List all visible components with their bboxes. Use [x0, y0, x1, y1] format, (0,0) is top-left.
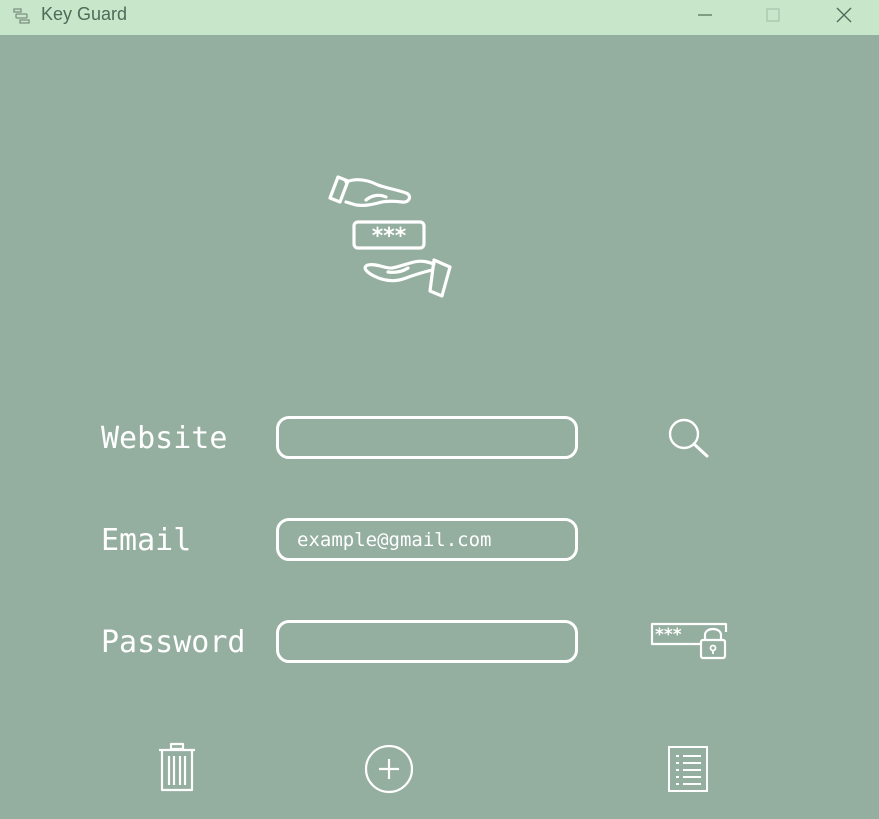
close-icon: [836, 7, 852, 23]
generate-password-text: ***: [655, 625, 682, 645]
hands-password-icon: ***: [328, 175, 452, 298]
minimize-button[interactable]: [682, 0, 728, 30]
add-button[interactable]: [363, 743, 415, 795]
minimize-icon: [698, 14, 712, 16]
trash-icon: [159, 742, 195, 792]
window-title: Key Guard: [41, 4, 128, 24]
password-input[interactable]: [276, 620, 578, 663]
generate-password-button[interactable]: ***: [649, 620, 729, 662]
website-label: Website: [101, 421, 228, 456]
email-input[interactable]: [276, 518, 578, 561]
search-button[interactable]: [665, 416, 711, 460]
list-icon: [668, 746, 708, 792]
maximize-icon: [766, 8, 780, 22]
password-label: Password: [101, 625, 246, 660]
email-label: Email: [101, 523, 192, 558]
search-icon: [668, 418, 709, 458]
generate-password-icon: ***: [650, 622, 728, 660]
hero-password-text: ***: [372, 224, 407, 249]
title-bar: Key Guard: [0, 0, 879, 35]
delete-button[interactable]: [156, 742, 198, 794]
add-circle-icon: [364, 744, 414, 794]
close-button[interactable]: [821, 0, 867, 30]
website-input[interactable]: [276, 416, 578, 459]
list-button[interactable]: [666, 745, 710, 793]
app-logo-icon: [13, 8, 30, 24]
maximize-button[interactable]: [750, 0, 796, 30]
